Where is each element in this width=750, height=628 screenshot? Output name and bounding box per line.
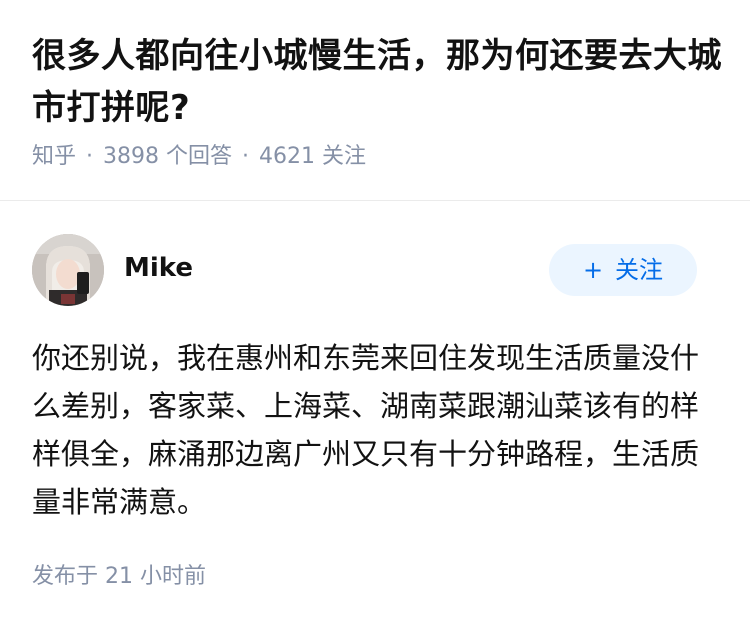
publish-time: 发布于 21 小时前 <box>32 564 206 589</box>
section-divider <box>0 200 750 201</box>
author-name[interactable]: Mike <box>124 252 193 284</box>
follow-button-label: 关注 <box>615 256 664 284</box>
question-meta: 知乎 · 3898 个回答 · 4621 关注 <box>32 142 366 172</box>
question-title[interactable]: 很多人都向往小城慢生活，那为何还要去大城市打拼呢? <box>32 30 722 134</box>
site-name[interactable]: 知乎 <box>32 144 76 169</box>
answer-count[interactable]: 3898 个回答 <box>103 144 232 169</box>
question-header: 很多人都向往小城慢生活，那为何还要去大城市打拼呢? 知乎 · 3898 个回答 · 46… <box>32 30 722 169</box>
meta-separator: · <box>86 144 94 169</box>
avatar[interactable] <box>32 234 104 306</box>
meta-separator: · <box>242 144 249 169</box>
user-avatar-photo-icon <box>32 234 104 306</box>
follow-button[interactable]: + 关注 <box>549 244 697 296</box>
plus-icon: + <box>582 256 604 284</box>
follower-count: 4621 关注 <box>259 144 366 169</box>
answer-content[interactable]: 你还别说，我在惠州和东莞来回住发现生活质量没什么差别，客家菜、上海菜、湖南菜跟潮… <box>32 334 712 526</box>
